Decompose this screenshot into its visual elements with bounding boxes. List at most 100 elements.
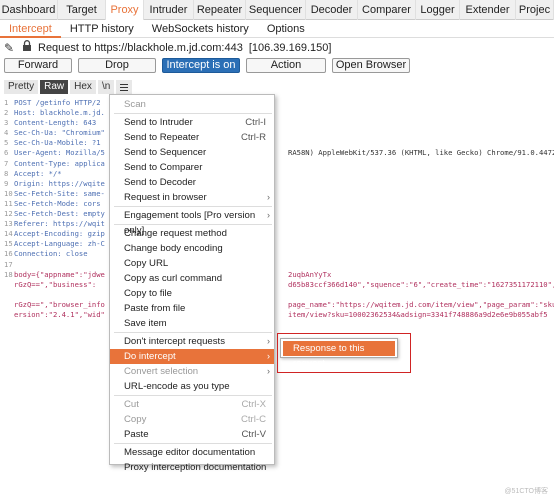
sub-tab-intercept[interactable]: Intercept: [0, 20, 61, 38]
code-line: 9 Origin: https://wqite: [0, 179, 554, 189]
line-number: 12: [4, 209, 13, 219]
code-text: Sec-Fetch-Mode: cors: [14, 198, 101, 208]
menu-item-proxy-interception-documentation[interactable]: Proxy interception documentation: [110, 460, 274, 475]
sub-tab-http-history[interactable]: HTTP history: [61, 20, 143, 38]
menu-item-label: Scan: [124, 99, 146, 110]
menu-item-label: Convert selection: [124, 366, 199, 377]
sub-tab-websockets-history[interactable]: WebSockets history: [143, 20, 258, 38]
code-line: 17: [0, 260, 554, 270]
sub-tab-options[interactable]: Options: [258, 20, 314, 38]
menu-item-send-to-decoder[interactable]: Send to Decoder: [110, 175, 274, 190]
code-text: Accept: */*: [14, 168, 62, 178]
menu-separator: [114, 206, 272, 207]
menu-item-label: Copy URL: [124, 258, 169, 269]
code-line: rGzQ==","business": d65b83ccf366d140","sq…: [0, 280, 554, 290]
menu-item-engagement-tools-pro-version-only[interactable]: Engagement tools [Pro version only] ›: [110, 208, 274, 236]
line-number: 17: [4, 259, 13, 269]
intercept-toggle-button[interactable]: Intercept is on: [162, 58, 240, 73]
main-tab-intruder[interactable]: Intruder: [144, 0, 194, 20]
code-text: Sec-Ch-Ua: "Chromium": [14, 128, 105, 138]
menu-item-copy-url[interactable]: Copy URL: [110, 256, 274, 271]
action-button[interactable]: Action: [246, 58, 326, 73]
main-tab-projec[interactable]: Projec: [516, 0, 554, 20]
menu-item-url-encode-as-you-type[interactable]: URL-encode as you type: [110, 379, 274, 394]
hex-view-tab[interactable]: Hex: [70, 80, 96, 94]
code-text-tail: page_name":"https://wqitem.jd.com/item/v…: [288, 299, 554, 309]
context-menu: Scan Send to Intruder Ctrl-I Send to Repeat…: [109, 94, 275, 473]
line-number: 11: [4, 198, 13, 208]
chevron-right-icon: ›: [267, 210, 270, 220]
menu-item-request-in-browser[interactable]: Request in browser ›: [110, 190, 274, 205]
drop-button[interactable]: Drop: [78, 58, 156, 73]
main-tab-extender[interactable]: Extender: [460, 0, 516, 20]
menu-item-label: Copy: [124, 414, 147, 425]
code-line: 10Sec-Fetch-Site: same-: [0, 189, 554, 199]
code-text: Accept-Encoding: gzip: [14, 229, 105, 239]
main-tab-decoder[interactable]: Decoder: [306, 0, 358, 20]
menu-item-label: URL-encode as you type: [124, 381, 230, 392]
request-target-ip: [106.39.169.150]: [248, 42, 332, 54]
main-tab-dashboard[interactable]: Dashboard: [0, 0, 58, 20]
request-editor[interactable]: 1 POST /getinfo HTTP/2 2 Host: blackhole.m.…: [0, 98, 554, 320]
code-text: rGzQ==","browser_info: [14, 299, 105, 309]
code-text-tail: RA58N) AppleWebKit/537.36 (KHTML, like G…: [288, 148, 554, 158]
line-number: 8: [4, 168, 9, 178]
code-text: Connection: close: [14, 249, 88, 259]
main-tab-proxy[interactable]: Proxy: [106, 0, 144, 20]
forward-button[interactable]: Forward: [4, 58, 72, 73]
code-line: 13Referer: https://wqit: [0, 219, 554, 229]
line-number: 6: [4, 148, 9, 158]
main-tab-target[interactable]: Target: [58, 0, 106, 20]
menu-item-shortcut: Ctrl-I: [245, 117, 266, 128]
code-text: body={"appname":"jdwe: [14, 269, 105, 279]
menu-item-shortcut: Ctrl-C: [240, 414, 266, 425]
raw-view-tab[interactable]: Raw: [40, 80, 69, 94]
menu-item-copy-to-file[interactable]: Copy to file: [110, 286, 274, 301]
chevron-right-icon: ›: [267, 336, 270, 346]
menu-item-message-editor-documentation[interactable]: Message editor documentation: [110, 445, 274, 460]
code-text: Sec-Fetch-Site: same-: [14, 188, 105, 198]
open-browser-button[interactable]: Open Browser: [332, 58, 410, 73]
menu-item-change-body-encoding[interactable]: Change body encoding: [110, 241, 274, 256]
response-to-this-request-item[interactable]: Response to this request: [283, 341, 395, 369]
code-text: Referer: https://wqit: [14, 219, 105, 229]
menu-item-send-to-intruder[interactable]: Send to Intruder Ctrl-I: [110, 115, 274, 130]
menu-item-send-to-sequencer[interactable]: Send to Sequencer: [110, 145, 274, 160]
menu-item-change-request-method[interactable]: Change request method: [110, 226, 274, 241]
main-tab-comparer[interactable]: Comparer: [358, 0, 416, 20]
code-text: Sec-Ch-Ua-Mobile: ?1: [14, 138, 101, 148]
menu-item-label: Cut: [124, 399, 139, 410]
menu-item-save-item[interactable]: Save item: [110, 316, 274, 331]
menu-item-label: Copy to file: [124, 288, 172, 299]
menu-item-paste[interactable]: Paste Ctrl-V: [110, 427, 274, 442]
menu-item-label: Change body encoding: [124, 243, 223, 254]
menu-item-paste-from-file[interactable]: Paste from file: [110, 301, 274, 316]
code-text: Host: blackhole.m.jd.: [14, 108, 105, 118]
menu-item-send-to-comparer[interactable]: Send to Comparer: [110, 160, 274, 175]
newline-toggle[interactable]: \n: [97, 80, 115, 94]
chevron-right-icon: ›: [267, 192, 270, 202]
code-text: Content-Type: applica: [14, 158, 105, 168]
code-line: 8 Accept: */*: [0, 169, 554, 179]
main-tab-repeater[interactable]: Repeater: [194, 0, 246, 20]
menu-item-do-intercept[interactable]: Do intercept ›: [110, 349, 274, 364]
hamburger-menu-icon[interactable]: [116, 80, 133, 94]
code-text: rGzQ==","business":: [14, 279, 97, 289]
lock-icon: [22, 40, 34, 56]
code-text: ersion":"2.4.1","wid": [14, 309, 105, 319]
menu-item-don-t-intercept-requests[interactable]: Don't intercept requests ›: [110, 334, 274, 349]
line-number: 16: [4, 249, 13, 259]
request-target-line: ✎ Request to https://blackhole.m.jd.com:…: [4, 40, 331, 56]
code-line: 1 POST /getinfo HTTP/2: [0, 98, 554, 108]
main-tab-bar: Dashboard Target Proxy Intruder Repeater Sequ…: [0, 0, 554, 20]
menu-item-send-to-repeater[interactable]: Send to Repeater Ctrl-R: [110, 130, 274, 145]
code-text: POST /getinfo HTTP/2: [14, 98, 101, 107]
pretty-view-tab[interactable]: Pretty: [4, 80, 39, 94]
menu-item-shortcut: Ctrl-R: [240, 132, 266, 143]
line-number: 9: [4, 178, 9, 188]
menu-item-copy-as-curl-command[interactable]: Copy as curl command: [110, 271, 274, 286]
main-tab-sequencer[interactable]: Sequencer: [246, 0, 306, 20]
line-number: 5: [4, 138, 9, 148]
main-tab-logger[interactable]: Logger: [416, 0, 460, 20]
menu-item-label: Proxy interception documentation: [124, 462, 267, 473]
